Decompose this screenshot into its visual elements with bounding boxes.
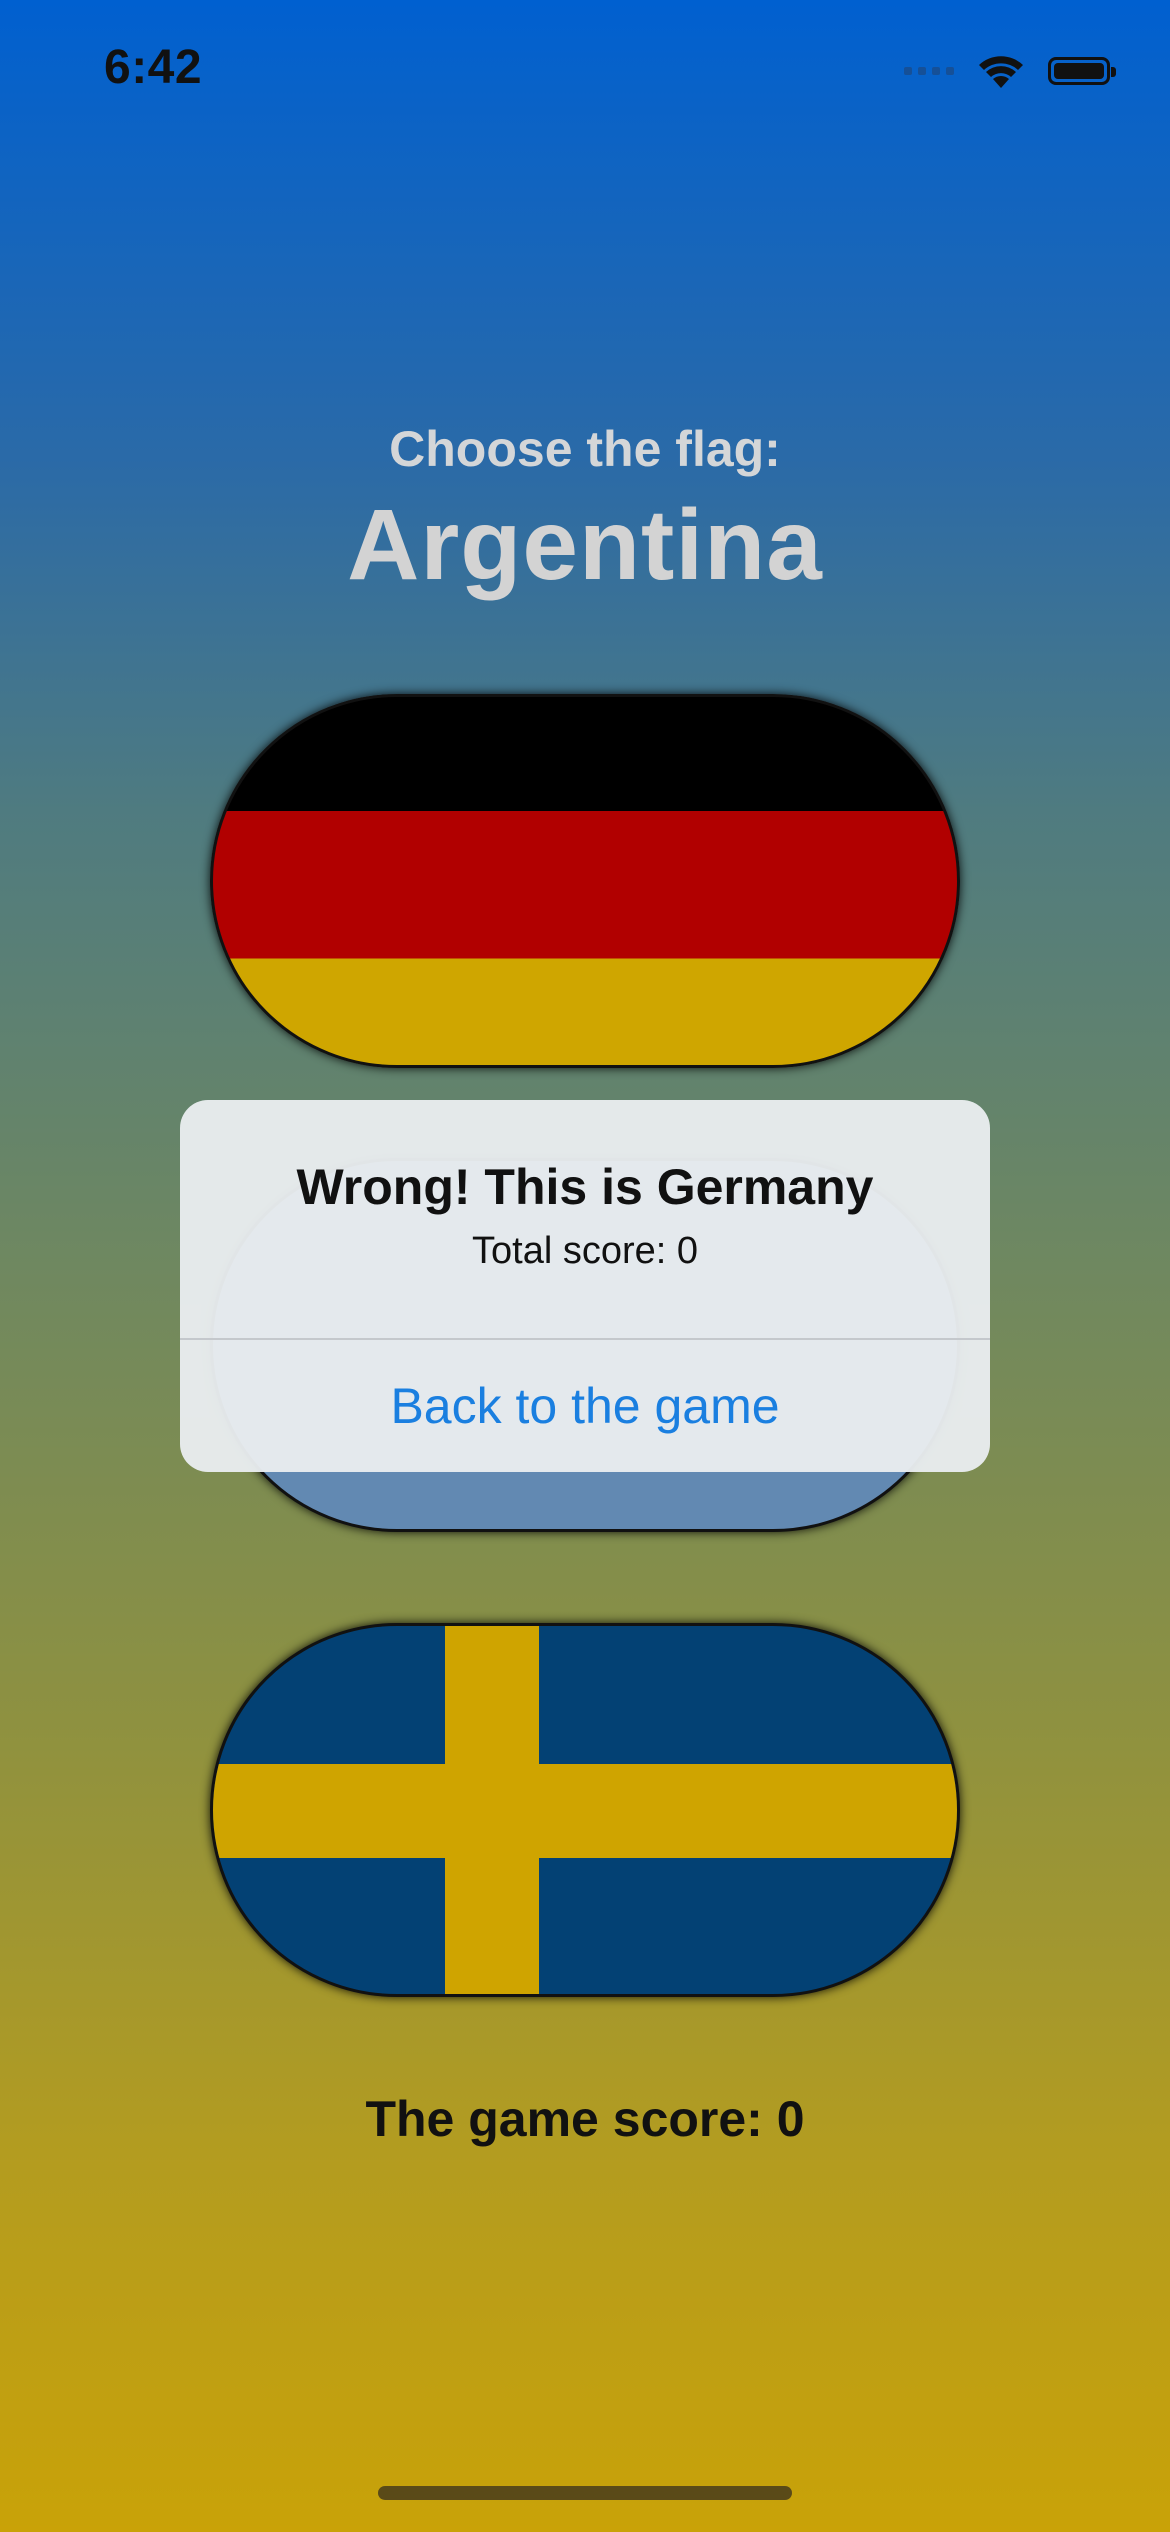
home-indicator[interactable]: [378, 2486, 792, 2500]
wifi-icon: [979, 56, 1023, 88]
germany-flag-button[interactable]: [210, 694, 960, 1068]
status-icons: [904, 52, 1116, 90]
alert-message: Total score: 0: [472, 1230, 698, 1272]
back-to-game-button[interactable]: Back to the game: [180, 1340, 990, 1472]
battery-icon: [1048, 57, 1116, 85]
sweden-flag-button[interactable]: [210, 1623, 960, 1997]
alert-title: Wrong! This is Germany: [296, 1159, 874, 1215]
sweden-cross-horizontal: [213, 1764, 957, 1858]
game-score: The game score: 0: [365, 2091, 805, 2147]
result-alert: Wrong! This is Germany Total score: 0 Ba…: [180, 1100, 990, 1472]
target-country: Argentina: [347, 489, 823, 601]
status-time: 6:42: [104, 41, 203, 94]
signal-icon: [904, 67, 954, 75]
app-screen: 6:42 Choose the flag: Argentina The game…: [0, 0, 1170, 2532]
prompt-label: Choose the flag:: [389, 421, 781, 477]
